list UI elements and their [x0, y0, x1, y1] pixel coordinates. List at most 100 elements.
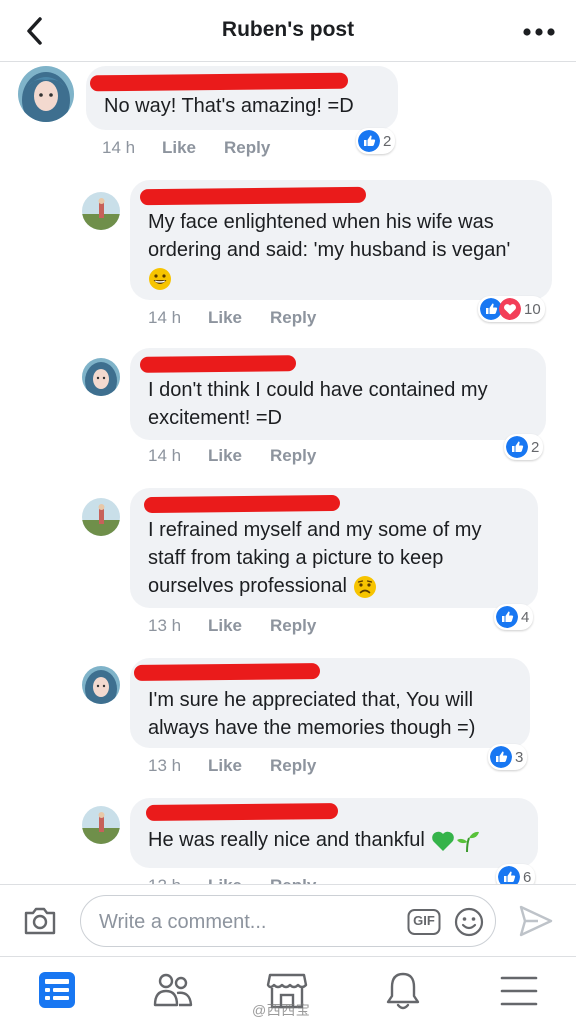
comment-bubble: He was really nice and thankful — [130, 798, 538, 868]
reaction-count: 10 — [524, 300, 541, 318]
marketplace-icon — [266, 973, 308, 1009]
reply-button[interactable]: Reply — [224, 138, 270, 158]
comment-text: My face enlightened when his wife was or… — [148, 208, 536, 292]
comment-input[interactable] — [99, 908, 399, 936]
reply-button[interactable]: Reply — [270, 616, 316, 636]
comment-bubble: I refrained myself and my some of my sta… — [130, 488, 538, 608]
outdoor-avatar — [82, 498, 120, 536]
comment-text-content: My face enlightened when his wife was or… — [148, 211, 511, 261]
like-button[interactable]: Like — [208, 308, 270, 328]
commenter-avatar[interactable] — [82, 192, 120, 230]
comment-input-container: GIF — [80, 895, 496, 947]
commenter-avatar[interactable] — [82, 358, 120, 396]
more-dots-icon — [523, 28, 555, 36]
comment-actions: 14 h Like Reply — [102, 138, 270, 158]
friends-icon — [153, 973, 193, 1007]
more-options-button[interactable] — [522, 22, 556, 42]
comment-text: I'm sure he appreciated that, You will a… — [148, 689, 476, 739]
gif-button[interactable]: GIF — [407, 908, 441, 936]
comment-actions: 14 h Like Reply — [148, 308, 316, 328]
comment-timestamp: 14 h — [102, 138, 136, 157]
camera-button[interactable] — [22, 905, 58, 937]
comment-bubble: My face enlightened when his wife was or… — [130, 180, 552, 300]
menu-icon — [500, 976, 538, 1006]
commenter-avatar[interactable] — [18, 66, 74, 122]
redacted-name — [143, 494, 341, 514]
redacted-name — [139, 355, 297, 373]
send-button[interactable] — [516, 903, 556, 939]
like-reaction-icon — [506, 436, 528, 458]
reply-button[interactable]: Reply — [270, 446, 316, 466]
reaction-summary[interactable]: 2 — [356, 128, 396, 154]
camera-icon — [24, 907, 56, 935]
send-icon — [519, 905, 553, 937]
like-button[interactable]: Like — [208, 446, 270, 466]
comment-text: No way! That's amazing! =D — [104, 95, 354, 117]
comment-timestamp: 12 h — [148, 876, 208, 884]
commenter-avatar[interactable] — [82, 666, 120, 704]
grinning-face-emoji — [149, 267, 171, 290]
reply-button[interactable]: Reply — [270, 876, 316, 884]
commenter-avatar[interactable] — [82, 806, 120, 844]
comment-bubble: No way! That's amazing! =D — [86, 66, 398, 130]
reply-button[interactable]: Reply — [270, 756, 316, 776]
commenter-avatar[interactable] — [82, 498, 120, 536]
like-button[interactable]: Like — [208, 756, 270, 776]
reaction-summary[interactable]: 6 — [496, 864, 536, 884]
comment-actions: 13 h Like Reply — [148, 756, 316, 776]
outdoor-avatar — [82, 806, 120, 844]
comment: I'm sure he appreciated that, You will a… — [0, 658, 576, 788]
notifications-icon — [386, 972, 420, 1010]
reaction-count: 2 — [383, 132, 392, 150]
emoji-button[interactable] — [453, 906, 485, 938]
reaction-summary[interactable]: 3 — [488, 744, 528, 770]
comment-timestamp: 14 h — [148, 308, 182, 327]
bottom-tab-bar — [0, 956, 576, 1024]
comment-text: I don't think I could have contained my … — [148, 379, 488, 429]
comment-timestamp: 13 h — [148, 756, 182, 775]
tab-menu[interactable] — [496, 969, 542, 1013]
blue-hair-avatar — [82, 358, 120, 396]
comment-text: He was really nice and thankful — [148, 826, 522, 854]
tab-news-feed[interactable] — [34, 969, 80, 1013]
tab-friends[interactable] — [150, 969, 196, 1013]
comment-actions: 13 h Like Reply — [148, 616, 316, 636]
feed-icon — [39, 972, 75, 1008]
like-button[interactable]: Like — [208, 876, 270, 884]
comment: My face enlightened when his wife was or… — [0, 180, 576, 340]
reaction-count: 2 — [531, 438, 540, 456]
redacted-name — [139, 186, 367, 206]
redacted-name — [89, 72, 349, 92]
comment-composer: GIF — [0, 884, 576, 956]
outdoor-avatar — [82, 192, 120, 230]
like-button[interactable]: Like — [208, 616, 270, 636]
like-reaction-icon — [496, 606, 518, 628]
reaction-summary[interactable]: 4 — [494, 604, 534, 630]
comment-text-content: I refrained myself and my some of my sta… — [148, 519, 482, 597]
tab-marketplace[interactable] — [264, 969, 310, 1013]
comment: He was really nice and thankful 12 h Lik… — [0, 798, 576, 884]
chevron-left-icon — [27, 17, 42, 45]
blue-hair-avatar — [18, 66, 74, 122]
tab-notifications[interactable] — [380, 969, 426, 1013]
worried-face-emoji — [353, 575, 376, 598]
page-title: Ruben's post — [221, 18, 355, 41]
back-button[interactable] — [20, 14, 50, 48]
reaction-count: 4 — [521, 608, 530, 626]
redacted-name — [133, 663, 321, 681]
seedling-emoji — [457, 831, 480, 852]
comment-text: I refrained myself and my some of my sta… — [148, 516, 522, 600]
comment-thread: No way! That's amazing! =D 14 h Like Rep… — [0, 62, 576, 884]
gif-label: GIF — [413, 913, 435, 928]
reaction-summary[interactable]: 2 — [504, 434, 544, 460]
smiley-icon — [454, 907, 484, 937]
comment-timestamp: 14 h — [148, 446, 182, 465]
like-button[interactable]: Like — [162, 138, 224, 158]
green-heart-emoji — [432, 831, 455, 851]
blue-hair-avatar — [82, 666, 120, 704]
comment: I don't think I could have contained my … — [0, 348, 576, 478]
top-navigation-bar: Ruben's post — [0, 0, 576, 62]
comment-bubble: I don't think I could have contained my … — [130, 348, 546, 440]
reaction-summary[interactable]: 10 — [478, 296, 545, 322]
reply-button[interactable]: Reply — [270, 308, 316, 328]
